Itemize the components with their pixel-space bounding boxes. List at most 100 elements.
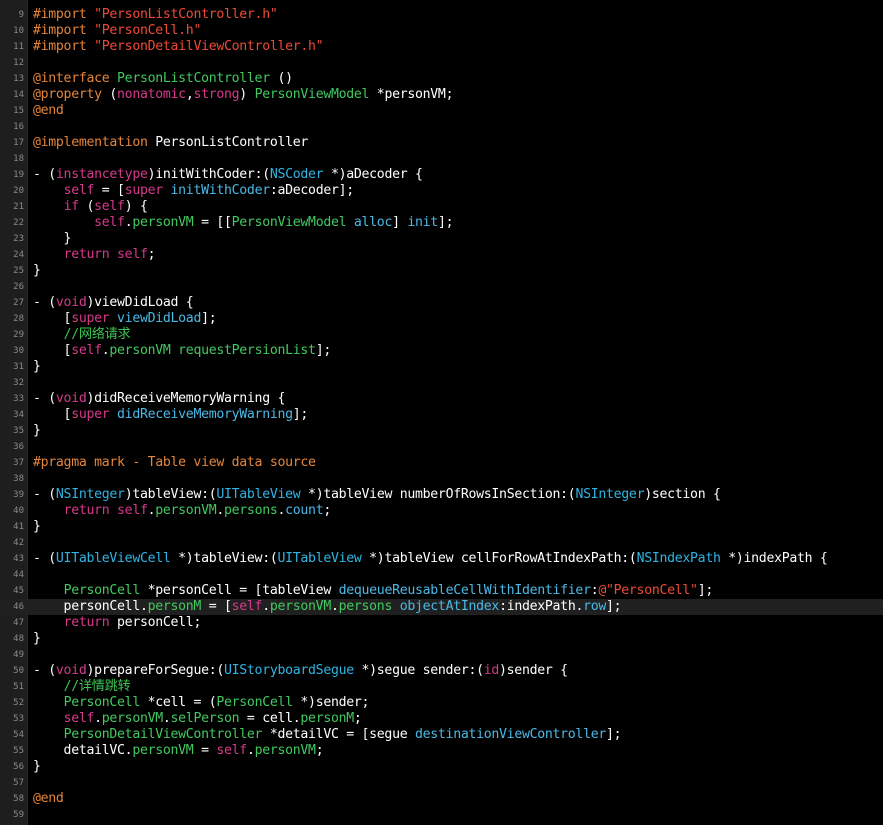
code-line[interactable]: 9 #import "PersonListController.h" (0, 7, 883, 23)
code-line[interactable]: 22 self.personVM = [[PersonViewModel all… (0, 215, 883, 231)
code-line[interactable]: 58 @end (0, 791, 883, 807)
code-line[interactable]: 34 [super didReceiveMemoryWarning]; (0, 407, 883, 423)
code-line[interactable]: 51 //详情跳转 (0, 679, 883, 695)
code-line[interactable]: 20 self = [super initWithCoder:aDecoder]… (0, 183, 883, 199)
code-line[interactable]: 31} (0, 359, 883, 375)
line-number: 50 (13, 666, 24, 676)
keyword-token: void (55, 391, 87, 406)
keyword-token: id (483, 663, 500, 678)
line-code: } (33, 423, 41, 439)
keyword-token: self (63, 183, 95, 198)
project-symbol-token: personVM (132, 215, 194, 230)
code-line[interactable]: 32 (0, 375, 883, 391)
code-line[interactable]: 19 - (instancetype)initWithCoder:(NSCoder… (0, 167, 883, 183)
code-line[interactable]: 37 #pragma mark - Table view data source (0, 455, 883, 471)
code-line[interactable]: 17 @implementation PersonListController (0, 135, 883, 151)
code-line[interactable]: 38 (0, 471, 883, 487)
line-code: PersonCell *cell = (PersonCell *)sender; (33, 695, 370, 711)
code-line[interactable]: 33 - (void)didReceiveMemoryWarning { (0, 391, 883, 407)
code-line[interactable]: 18 (0, 151, 883, 167)
keyword-token: self (117, 503, 148, 518)
line-number: 51 (13, 682, 24, 692)
code-line[interactable]: 12 (0, 55, 883, 71)
code-line[interactable]: 28 [super viewDidLoad]; (0, 311, 883, 327)
code-line[interactable]: 54 PersonDetailViewController *detailVC … (0, 727, 883, 743)
code-line[interactable]: 56} (0, 759, 883, 775)
code-text: [ (33, 407, 72, 422)
method-name-token: row (583, 599, 607, 614)
code-line[interactable]: 49 (0, 647, 883, 663)
line-code: - (instancetype)initWithCoder:(NSCoder *… (33, 167, 423, 183)
preprocessor-token: #import (33, 23, 95, 38)
code-line[interactable]: 29 //网络请求 (0, 327, 883, 343)
code-text: ]; (606, 727, 622, 742)
code-line[interactable]: 24 return self; (0, 247, 883, 263)
code-line[interactable]: 14 @property (nonatomic,strong) PersonVie… (0, 87, 883, 103)
code-text: . (330, 599, 339, 614)
class-name-token: NSInteger (575, 487, 645, 502)
code-editor[interactable]: 9 #import "PersonListController.h" 10 #impo… (0, 0, 883, 825)
line-number: 39 (13, 490, 24, 500)
code-text: } (33, 359, 41, 374)
line-code: [super viewDidLoad]; (33, 311, 217, 327)
preprocessor-token: #pragma mark - Table view data source (33, 455, 316, 470)
code-line[interactable]: 57 (0, 775, 883, 791)
code-line[interactable]: 44 (0, 567, 883, 583)
code-line[interactable]: 25} (0, 263, 883, 279)
line-number: 48 (13, 634, 24, 644)
code-line[interactable]: 11 #import "PersonDetailViewController.h" (0, 39, 883, 55)
project-symbol-token: persons (338, 599, 393, 614)
code-line[interactable]: 50 - (void)prepareForSegue:(UIStoryboardS… (0, 663, 883, 679)
code-line[interactable]: 39- (NSInteger)tableView:(UITableView *)… (0, 487, 883, 503)
code-text: - ( (33, 295, 56, 310)
code-line[interactable]: 26 (0, 279, 883, 295)
keyword-token: return (63, 503, 110, 518)
code-line[interactable]: 35} (0, 423, 883, 439)
code-line[interactable]: 47 return personCell; (0, 615, 883, 631)
code-text: . (162, 711, 171, 726)
code-line[interactable]: 43 - (UITableViewCell *)tableView:(UITabl… (0, 551, 883, 567)
line-code: detailVC.personVM = self.personVM; (33, 743, 324, 759)
code-line[interactable]: 42 (0, 535, 883, 551)
code-line[interactable]: 53 self.personVM.selPerson = cell.person… (0, 711, 883, 727)
code-line[interactable]: 13 @interface PersonListController () (0, 71, 883, 87)
code-line[interactable]: 30 [self.personVM requestPersionList]; (0, 343, 883, 359)
code-line[interactable]: 59 (0, 807, 883, 823)
code-line[interactable]: 36 (0, 439, 883, 455)
line-code: - (void)viewDidLoad { (33, 295, 194, 311)
line-code: PersonDetailViewController *detailVC = [… (33, 727, 622, 743)
code-line[interactable]: 21 if (self) { (0, 199, 883, 215)
code-line[interactable]: 16 (0, 119, 883, 135)
code-text: - ( (33, 551, 56, 566)
line-number: 41 (13, 522, 24, 532)
line-number: 15 (13, 106, 24, 116)
project-symbol-token: personVM (132, 743, 194, 758)
line-number: 10 (13, 26, 24, 36)
line-code: @end (33, 103, 64, 119)
line-code: } (33, 263, 41, 279)
line-number: 24 (13, 250, 24, 260)
line-code: [super didReceiveMemoryWarning]; (33, 407, 309, 423)
current-code-line[interactable]: 46 personCell.personM = [self.personVM.p… (0, 599, 883, 615)
line-number: 57 (13, 778, 24, 788)
code-line[interactable]: 23 } (0, 231, 883, 247)
code-line[interactable]: 52 PersonCell *cell = (PersonCell *)send… (0, 695, 883, 711)
code-line[interactable]: 27 - (void)viewDidLoad { (0, 295, 883, 311)
source-lines[interactable]: 9 #import "PersonListController.h" 10 #impo… (0, 7, 883, 823)
keyword-token: self (71, 343, 102, 358)
code-line[interactable]: 40 return self.personVM.persons.count; (0, 503, 883, 519)
code-line[interactable]: 45 PersonCell *personCell = [tableView d… (0, 583, 883, 599)
line-number: 58 (13, 794, 24, 804)
code-line[interactable]: 41} (0, 519, 883, 535)
project-symbol-token: personVM (254, 743, 316, 758)
code-line[interactable]: 55 detailVC.personVM = self.personVM; (0, 743, 883, 759)
line-number: 29 (13, 330, 24, 340)
code-line[interactable]: 48} (0, 631, 883, 647)
code-line[interactable]: 15 @end (0, 103, 883, 119)
code-text: ; (315, 743, 324, 758)
code-text: :aDecoder]; (269, 183, 354, 198)
code-text: )didReceiveMemoryWarning { (86, 391, 286, 406)
line-code: self.personVM = [[PersonViewModel alloc]… (33, 215, 453, 231)
code-line[interactable]: 10 #import "PersonCell.h" (0, 23, 883, 39)
